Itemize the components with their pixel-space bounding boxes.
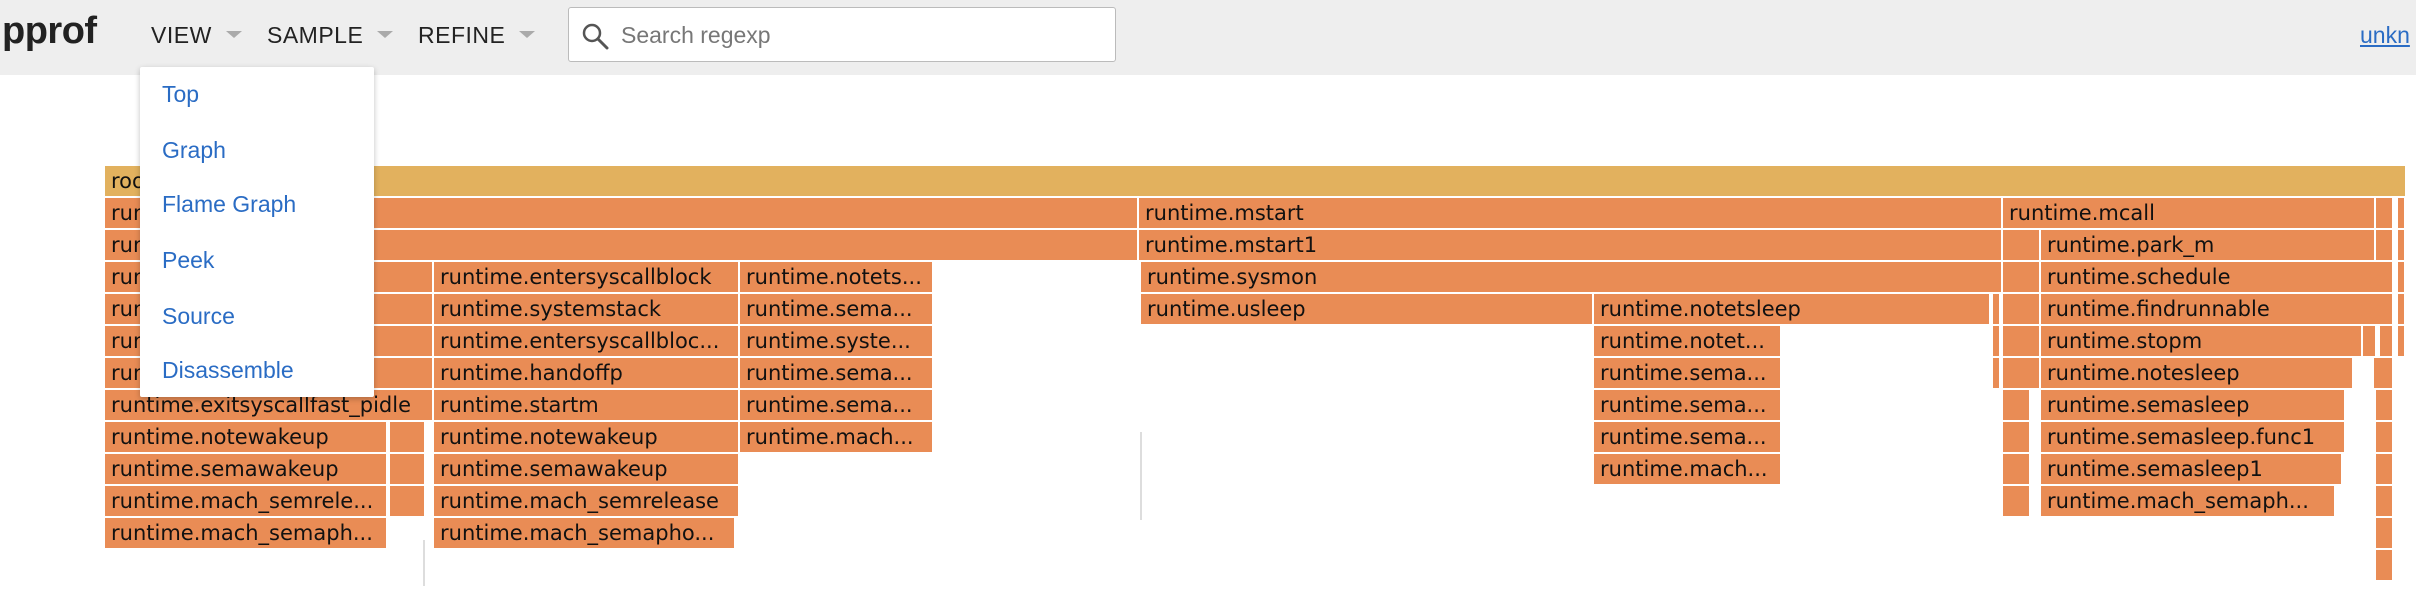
flame-frame[interactable] [2363,326,2377,356]
menu-item-peek[interactable]: Peek [162,247,214,274]
flame-frame[interactable] [2376,550,2394,580]
flame-frame[interactable]: runtime.semasleep1 [2041,454,2343,484]
menu-item-disassemble[interactable]: Disassemble [162,357,294,384]
flame-frame[interactable] [390,486,426,516]
flame-frame[interactable] [2003,390,2031,420]
flame-frame[interactable]: runtime.notets... [740,262,934,292]
flame-frame[interactable] [2003,422,2031,452]
flame-frame[interactable] [2003,294,2041,324]
flame-frame[interactable] [2003,230,2041,260]
flame-frame[interactable]: runtime.semasleep [2041,390,2346,420]
flame-frame[interactable] [2003,486,2031,516]
flame-frame[interactable]: runtime.sema... [1594,422,1782,452]
flame-frame[interactable]: runtime.mcall [2003,198,2376,228]
flame-frame[interactable]: runtime.notewakeup [105,422,388,452]
flame-frame[interactable]: runtime.mach... [740,422,934,452]
frame-divider [1140,432,1142,520]
flame-frame[interactable]: runtime.sysmon [1141,262,2003,292]
flame-frame[interactable] [2398,262,2406,292]
flame-frame[interactable]: runtime.mach_semaph... [105,518,388,548]
flame-frame[interactable] [2398,294,2406,324]
menu-item-top[interactable]: Top [162,81,199,108]
flame-frame[interactable]: runtime.notetsleep [1594,294,1991,324]
flame-frame[interactable]: runtime.schedule [2041,262,2394,292]
flame-frame[interactable]: runtime.sema... [740,358,934,388]
flame-frame[interactable]: runtime.startm [434,390,740,420]
flame-frame[interactable] [390,422,426,452]
flame-frame[interactable] [2376,518,2394,548]
flame-frame[interactable]: runtime.semawakeup [105,454,388,484]
flame-frame[interactable] [2003,358,2041,388]
flame-frame-root[interactable]: root [105,166,2407,196]
frame-divider [423,540,425,586]
flame-frame[interactable]: runtime.mach_semapho... [434,518,736,548]
flame-frame[interactable]: runtime.syste... [740,326,934,356]
flame-frame[interactable]: runtime.usleep [1141,294,1594,324]
flame-frame[interactable]: runtime.systemstack [434,294,740,324]
flame-frame[interactable]: runtime.semawakeup [434,454,740,484]
view-dropdown-menu: Top Graph Flame Graph Peek Source Disass… [140,67,374,397]
flame-frame[interactable] [2003,454,2031,484]
flame-frame[interactable] [2376,230,2394,260]
flame-frame[interactable] [2003,326,2041,356]
flame-frame[interactable]: runtime.sema... [740,390,934,420]
flame-frame[interactable]: runtime.park_m [2041,230,2376,260]
flame-frame[interactable]: runtime.entersyscallblock [434,262,740,292]
flame-frame[interactable] [2398,230,2406,260]
flame-frame[interactable] [2376,422,2394,452]
flame-frame[interactable] [1993,294,2001,324]
menu-item-flame-graph[interactable]: Flame Graph [162,191,296,218]
flame-frame[interactable] [2398,326,2406,356]
flame-frame[interactable] [390,454,426,484]
flame-frame[interactable]: runtime.findrunnable [2041,294,2394,324]
flame-frame[interactable]: runtime.mach_semaph... [2041,486,2336,516]
flame-frame[interactable] [2003,262,2041,292]
flame-frame[interactable]: runtime.mach_semrele... [105,486,388,516]
flame-frame[interactable]: runtime.notewakeup [434,422,740,452]
flame-frame[interactable] [1993,358,2001,388]
menu-item-source[interactable]: Source [162,303,235,330]
flame-frame[interactable]: runtime.entersyscallbloc... [434,326,740,356]
flame-frame[interactable]: runtime.sema... [1594,358,1782,388]
flame-frame[interactable] [2398,198,2406,228]
flame-frame[interactable]: runtime.mach_semrelease [434,486,740,516]
flame-frame[interactable] [1993,326,2001,356]
flame-frame[interactable] [2376,198,2394,228]
flame-frame[interactable]: runtime.semasleep.func1 [2041,422,2346,452]
flame-frame[interactable]: runtime.sema... [740,294,934,324]
flame-frame[interactable]: runtime.mach... [1594,454,1782,484]
flame-frame[interactable]: runtime.handoffp [434,358,740,388]
flame-frame[interactable] [2376,390,2394,420]
flame-frame[interactable] [2376,454,2394,484]
flame-frame[interactable]: runtime.stopm [2041,326,2363,356]
flame-frame[interactable]: runtime.mstart [1139,198,2003,228]
flame-frame[interactable] [2374,358,2394,388]
flame-frame[interactable] [2376,486,2394,516]
flame-frame[interactable]: runtime.mstart1 [1139,230,2003,260]
flame-frame[interactable]: runtime.notesleep [2041,358,2354,388]
flame-frame[interactable]: runtime.notet... [1594,326,1782,356]
menu-item-graph[interactable]: Graph [162,137,226,164]
flame-frame[interactable]: runtime.sema... [1594,390,1782,420]
flame-frame[interactable] [2380,326,2394,356]
